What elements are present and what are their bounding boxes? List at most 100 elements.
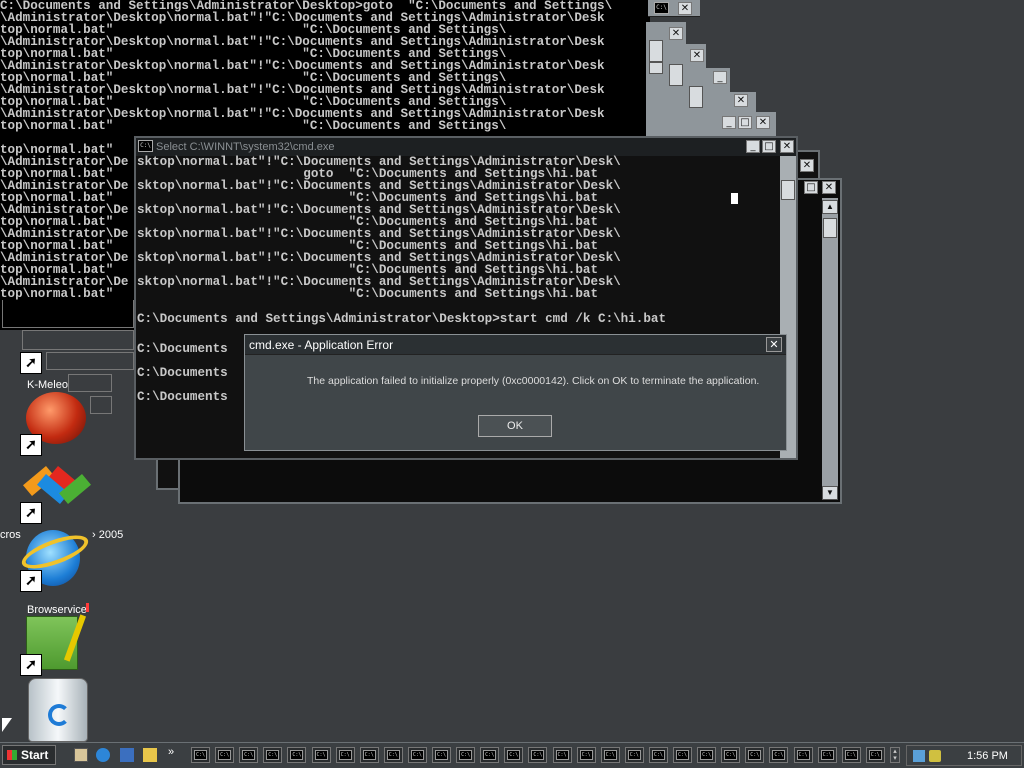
network-tray-icon[interactable]	[913, 750, 925, 762]
taskbar-cmd-task-button[interactable]: C:\	[745, 747, 765, 763]
cmd-task-icon: C:\	[724, 750, 738, 760]
close-icon: ✕	[769, 338, 779, 351]
cmd-task-icon: C:\	[338, 750, 352, 760]
cascade-6-minimize-button[interactable]: _	[722, 116, 736, 129]
ok-button[interactable]: OK	[478, 415, 552, 437]
cascade-3-close-button[interactable]: ✕	[690, 49, 704, 62]
cmd-task-icon: C:\	[290, 750, 304, 760]
taskbar-cmd-task-button[interactable]: C:\	[191, 747, 210, 763]
taskbar-cmd-task-button[interactable]: C:\	[865, 747, 885, 763]
cmd-task-icon: C:\	[218, 750, 232, 760]
taskbar-cmd-task-button[interactable]: C:\	[528, 747, 548, 763]
taskbar-cmd-task-button[interactable]: C:\	[793, 747, 813, 763]
taskbar-cmd-task-button[interactable]: C:\	[697, 747, 717, 763]
taskbar-cmd-task-button[interactable]: C:\	[263, 747, 283, 763]
cascade-4-scrollbar-thumb[interactable]	[689, 86, 703, 108]
back-b-scroll-down[interactable]: ▼	[822, 486, 838, 500]
back-b-scroll-up[interactable]: ▲	[822, 200, 838, 214]
cmd-task-icon: C:\	[459, 750, 473, 760]
taskbar-cmd-task-button[interactable]: C:\	[287, 747, 307, 763]
taskbar-cmd-task-button[interactable]: C:\	[407, 747, 427, 763]
front-scroll-thumb[interactable]	[781, 180, 795, 200]
recycle-bin-icon[interactable]	[24, 676, 94, 742]
back-b-maximize-button[interactable]: □	[804, 181, 818, 194]
k-meleo-icon[interactable]: ➚	[20, 392, 90, 456]
quicklaunch-ie-icon[interactable]	[96, 748, 110, 762]
back-b-scroll-thumb[interactable]	[823, 218, 837, 238]
taskbar-cmd-task-button[interactable]: C:\	[769, 747, 789, 763]
quicklaunch-outlook-icon[interactable]	[120, 748, 134, 762]
quicklaunch-overflow-button[interactable]: »	[168, 746, 174, 758]
taskbar-cmd-task-button[interactable]: C:\	[721, 747, 741, 763]
cascade-4-minimize-button[interactable]: _	[713, 71, 727, 84]
taskbar-cmd-task-button[interactable]: C:\	[624, 747, 644, 763]
cmd-task-icon: C:\	[700, 750, 714, 760]
cascade-2-close-button[interactable]: ✕	[669, 27, 683, 40]
taskbar-cmd-task-button[interactable]: C:\	[359, 747, 379, 763]
prompt-line: C:\Documents	[137, 342, 236, 356]
cmd-task-icon: C:\	[314, 750, 328, 760]
cmd-task-icon: C:\	[820, 750, 834, 760]
dialog-close-button[interactable]: ✕	[766, 337, 782, 352]
cmd-task-icon: C:\	[507, 750, 521, 760]
cascade-2-scroll-down[interactable]	[649, 62, 663, 74]
browservice-icon[interactable]: ➚	[20, 612, 90, 676]
taskbar-cmd-task-button[interactable]: C:\	[552, 747, 572, 763]
cascade-6-close-button[interactable]: ✕	[756, 116, 770, 129]
quicklaunch-explorer-icon[interactable]	[143, 748, 157, 762]
vs-label-right: › 2005	[92, 529, 123, 541]
cmd-task-icon: C:\	[796, 750, 810, 760]
cmd-task-icon: C:\	[772, 750, 786, 760]
cmd-task-icon: C:\	[483, 750, 497, 760]
dialog-titlebar[interactable]: cmd.exe - Application Error	[245, 335, 786, 355]
back-b-scrollbar[interactable]	[822, 198, 838, 500]
taskbar-cmd-task-button[interactable]: C:\	[600, 747, 620, 763]
cmd-task-icon: C:\	[868, 750, 882, 760]
back-b-close-button[interactable]: ✕	[822, 181, 836, 194]
visual-studio-2005-icon[interactable]: ➚	[20, 462, 91, 526]
taskbar-cmd-task-button[interactable]: C:\	[817, 747, 837, 763]
taskbar-scroll-buttons[interactable]: ▴ ▾	[890, 747, 900, 763]
bg-window-outline-4	[68, 374, 112, 392]
back-a-close-button[interactable]: ✕	[800, 159, 814, 172]
cmd-task-icon: C:\	[242, 750, 256, 760]
taskbar-cmd-task-button[interactable]: C:\	[383, 747, 403, 763]
taskbar-cmd-task-button[interactable]: C:\	[335, 747, 355, 763]
taskbar-cmd-task-button[interactable]: C:\	[841, 747, 861, 763]
front-console-title: Select C:\WINNT\system32\cmd.exe	[156, 141, 335, 153]
cascade-6-maximize-button[interactable]: □	[738, 116, 752, 129]
command-line: C:\Documents and Settings\Administrator\…	[137, 312, 667, 326]
background-console-fragments: top\normal.bat" \Administrator\De top\norm…	[0, 144, 128, 301]
clock[interactable]: 1:56 PM	[967, 750, 1008, 762]
shortcut-icon-top[interactable]: ➚	[20, 352, 46, 374]
cascade-2-scrollbar-thumb[interactable]	[649, 40, 663, 62]
cascade-3-scrollbar-thumb[interactable]	[669, 64, 683, 86]
cmd-task-icon: C:\	[386, 750, 400, 760]
vs-label-left: cros	[0, 529, 21, 541]
start-button[interactable]: Start	[2, 745, 56, 765]
front-close-button[interactable]: ✕	[780, 140, 794, 153]
taskbar-cmd-task-button[interactable]: C:\	[576, 747, 596, 763]
quicklaunch-show-desktop-icon[interactable]	[74, 748, 88, 762]
taskbar-cmd-task-button[interactable]: C:\	[504, 747, 524, 763]
taskbar-cmd-task-button[interactable]: C:\	[648, 747, 668, 763]
taskbar-cmd-task-button[interactable]: C:\	[480, 747, 500, 763]
taskbar-cmd-task-button[interactable]: C:\	[456, 747, 476, 763]
app-tray-icon[interactable]	[929, 750, 941, 762]
vs-label-prefix: ›	[92, 529, 99, 541]
front-console-titlebar[interactable]: Select C:\WINNT\system32\cmd.exe	[136, 138, 796, 156]
front-minimize-button[interactable]: _	[746, 140, 760, 153]
shortcut-arrow-icon: ➚	[20, 654, 42, 676]
front-maximize-button[interactable]: □	[762, 140, 776, 153]
taskbar-cmd-task-button[interactable]: C:\	[432, 747, 451, 763]
shortcut-arrow-icon: ➚	[20, 434, 42, 456]
vs-label-year: 2005	[98, 529, 124, 541]
console-line: top\normal.bat" "C:\Documents and Settin…	[0, 119, 507, 133]
cascade-1-close-button[interactable]: ✕	[678, 2, 692, 15]
taskbar-cmd-task-button[interactable]: C:\	[311, 747, 331, 763]
taskbar-cmd-task-button[interactable]: C:\	[673, 747, 692, 763]
internet-explorer-icon[interactable]: ➚	[18, 528, 92, 592]
taskbar-cmd-task-button[interactable]: C:\	[239, 747, 259, 763]
cascade-5-close-button[interactable]: ✕	[734, 94, 748, 107]
taskbar-cmd-task-button[interactable]: C:\	[215, 747, 235, 763]
